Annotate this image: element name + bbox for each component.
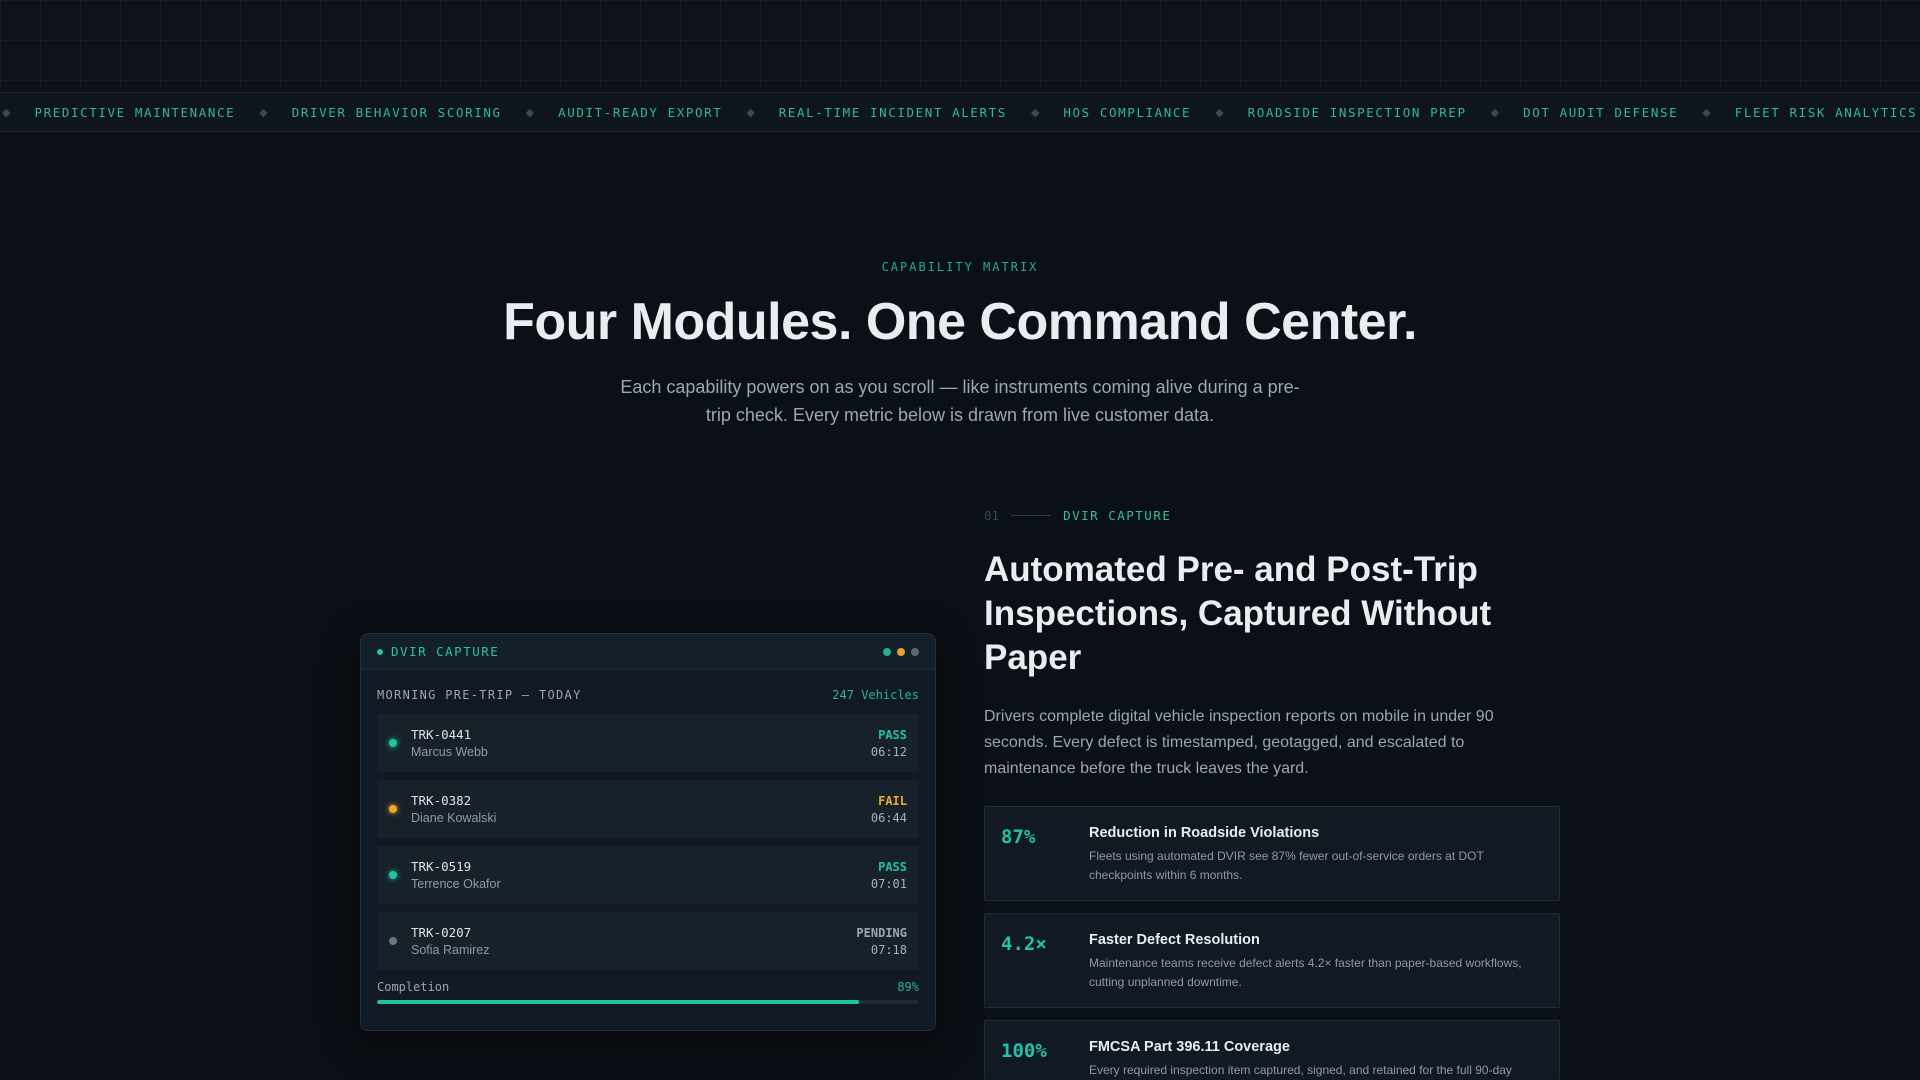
ticker-separator-icon: ◆ <box>1030 106 1040 119</box>
live-indicator-icon <box>377 648 383 655</box>
driver-name: Marcus Webb <box>411 745 488 759</box>
inspection-row[interactable]: TRK-0441 Marcus Webb PASS 06:12 <box>377 714 919 772</box>
completion-progress-bar <box>377 1000 919 1004</box>
status-dot-icon <box>389 805 397 813</box>
inspection-status: PASS <box>878 727 907 742</box>
window-dot-icon <box>897 647 905 656</box>
stat-description: Fleets using automated DVIR see 87% fewe… <box>1089 849 1484 882</box>
stat-value: 4.2× <box>1001 933 1047 955</box>
section-description: Drivers complete digital vehicle inspect… <box>984 708 1494 777</box>
ticker-item: ROADSIDE INSPECTION PREP <box>1247 104 1467 120</box>
ticker-item: FLEET RISK ANALYTICS <box>1734 104 1918 120</box>
truck-id: TRK-0207 <box>411 925 472 940</box>
ticker-separator-icon: ◆ <box>1490 106 1500 119</box>
section-title: Automated Pre- and Post-Trip Inspections… <box>984 550 1492 677</box>
truck-id: TRK-0519 <box>411 859 472 874</box>
inspection-row[interactable]: TRK-0519 Terrence Okafor PASS 07:01 <box>377 846 919 904</box>
status-dot-icon <box>389 937 397 945</box>
section-eyebrow: CAPABILITY MATRIX <box>881 260 1039 274</box>
inspection-status: FAIL <box>878 793 907 808</box>
page-subtitle: Each capability powers on as you scroll … <box>620 377 1300 425</box>
stat-description: Maintenance teams receive defect alerts … <box>1089 956 1522 989</box>
ticker-track: ◆ PREDICTIVE MAINTENANCE ◆ DRIVER BEHAVIOR … <box>0 105 1920 120</box>
inspection-time: 07:01 <box>870 876 907 891</box>
card-header: DVIR CAPTURE <box>361 634 935 670</box>
driver-name: Sofia Ramirez <box>411 943 490 957</box>
dvir-capture-card: DVIR CAPTURE MORNING PRE-TRIP — TODAY 24… <box>360 633 936 1031</box>
stat-title: Reduction in Roadside Violations <box>1089 825 1320 841</box>
top-grid-background <box>0 0 1920 92</box>
capability-ticker: ◆ PREDICTIVE MAINTENANCE ◆ DRIVER BEHAVIOR … <box>0 92 1920 132</box>
completion-percent: 89% <box>897 980 919 994</box>
ticker-item: AUDIT-READY EXPORT <box>558 104 723 120</box>
stat-title: FMCSA Part 396.11 Coverage <box>1089 1039 1290 1055</box>
stat-value: 100% <box>1001 1040 1047 1062</box>
section-tag: 01 DVIR CAPTURE <box>984 508 1171 523</box>
ticker-separator-icon: ◆ <box>1215 106 1224 119</box>
inspection-time: 06:44 <box>870 810 907 825</box>
card-body: MORNING PRE-TRIP — TODAY 247 Vehicles TR… <box>361 670 935 1004</box>
section-divider <box>1011 515 1052 516</box>
page-title: Four Modules. One Command Center. <box>503 293 1417 351</box>
stat-card: 87% Reduction in Roadside Violations Fle… <box>984 806 1560 901</box>
ticker-item: DRIVER BEHAVIOR SCORING <box>291 104 502 120</box>
completion-row: Completion 89% <box>377 980 919 994</box>
ticker-separator-icon: ◆ <box>525 106 535 119</box>
inspection-time: 07:18 <box>870 942 907 957</box>
inspection-list: TRK-0441 Marcus Webb PASS 06:12 TRK-0382 Dian… <box>377 714 919 970</box>
ticker-separator-icon: ◆ <box>259 106 268 119</box>
status-dot-icon <box>389 739 397 747</box>
driver-name: Terrence Okafor <box>411 877 501 891</box>
card-subheader: MORNING PRE-TRIP — TODAY 247 Vehicles <box>377 686 919 704</box>
section-number: 01 <box>984 508 1000 523</box>
status-dot-icon <box>389 871 397 879</box>
window-dot-icon <box>883 647 891 656</box>
inspection-period-label: MORNING PRE-TRIP — TODAY <box>377 688 582 702</box>
inspection-status: PENDING <box>856 925 907 940</box>
inspection-row[interactable]: TRK-0382 Diane Kowalski FAIL 06:44 <box>377 780 919 838</box>
ticker-item: REAL-TIME INCIDENT ALERTS <box>778 104 1007 120</box>
inspection-row[interactable]: TRK-0207 Sofia Ramirez PENDING 07:18 <box>377 912 919 970</box>
inspection-status: PASS <box>878 859 907 874</box>
window-controls <box>883 647 919 656</box>
completion-label: Completion <box>377 980 450 994</box>
ticker-separator-icon: ◆ <box>2 106 11 119</box>
stat-card: 100% FMCSA Part 396.11 Coverage Every re… <box>984 1020 1560 1080</box>
card-title: DVIR CAPTURE <box>391 644 500 659</box>
stat-card: 4.2× Faster Defect Resolution Maintenanc… <box>984 913 1560 1008</box>
ticker-item: HOS COMPLIANCE <box>1063 104 1192 120</box>
ticker-separator-icon: ◆ <box>746 106 755 119</box>
completion-progress-fill <box>377 1000 860 1004</box>
stat-title: Faster Defect Resolution <box>1089 932 1260 948</box>
ticker-separator-icon: ◆ <box>1702 106 1711 119</box>
inspection-time: 06:12 <box>870 744 907 759</box>
stat-value: 87% <box>1001 826 1036 848</box>
ticker-item: PREDICTIVE MAINTENANCE <box>34 104 236 120</box>
window-dot-icon <box>911 647 919 656</box>
stat-description: Every required inspection item captured,… <box>1089 1063 1512 1077</box>
truck-id: TRK-0441 <box>411 727 472 742</box>
driver-name: Diane Kowalski <box>411 811 497 825</box>
ticker-item: DOT AUDIT DEFENSE <box>1523 104 1679 120</box>
section-name: DVIR CAPTURE <box>1063 508 1172 523</box>
truck-id: TRK-0382 <box>411 793 472 808</box>
vehicle-count: 247 Vehicles <box>832 688 919 702</box>
